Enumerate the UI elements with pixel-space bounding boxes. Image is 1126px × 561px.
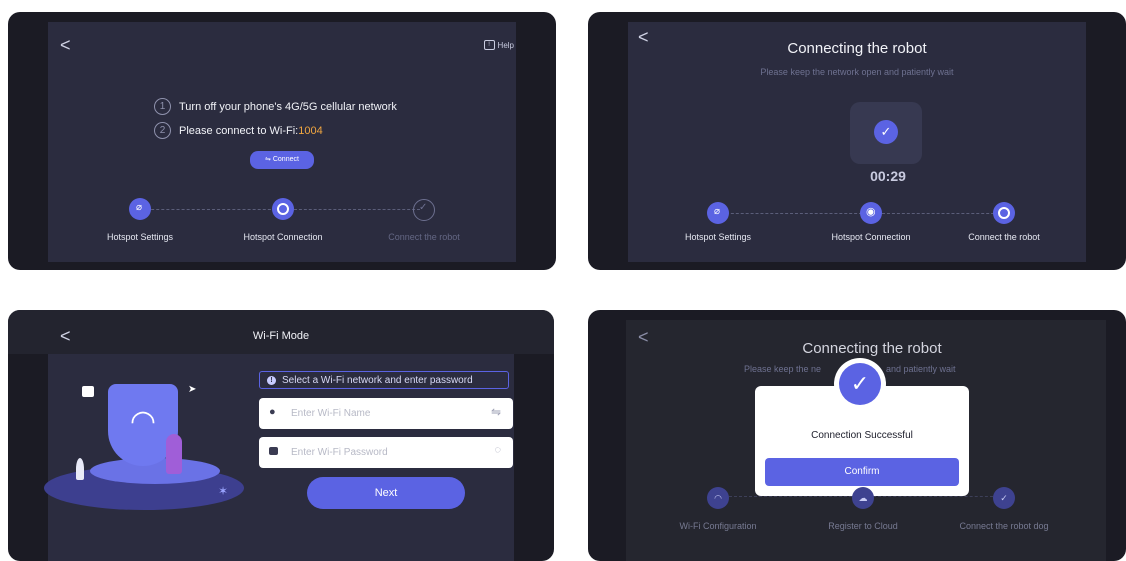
confirm-button[interactable]: Confirm — [765, 458, 959, 486]
step-label: Register to Cloud — [828, 521, 898, 531]
screen: < Connecting the robot Please keep the n… — [628, 22, 1086, 262]
wifi-step-dot: ◠ — [707, 487, 729, 509]
wifi-name-placeholder: Enter Wi-Fi Name — [291, 408, 371, 419]
wifi-illustration: ◠ ➤ ✶ — [38, 378, 268, 528]
connect-button[interactable]: ⇋ Connect — [250, 151, 314, 169]
step-done-dot: ⌀ — [129, 198, 151, 220]
dialog-message: Connection Successful — [811, 430, 913, 441]
notice-text: Select a Wi-Fi network and enter passwor… — [282, 374, 473, 386]
instruction-2: 2 Please connect to Wi-Fi:1004 — [154, 122, 323, 139]
page-title: Connecting the robot — [802, 340, 942, 357]
step-active-dot — [993, 202, 1015, 224]
panel-wifi-mode: < Wi-Fi Mode ◠ ➤ ✶ ! Select a Wi-Fi netw… — [8, 310, 554, 561]
page-subtitle: Please keep the network open and patient… — [760, 67, 954, 77]
check-icon: ✓ — [419, 202, 428, 213]
progress-connector — [141, 209, 281, 210]
panel-hotspot-setup: < ! Help 1 Turn off your phone's 4G/5G c… — [8, 12, 556, 270]
eye-hidden-icon[interactable]: ◌ — [494, 444, 501, 456]
plant-icon: ✶ — [218, 484, 229, 498]
wifi-password-input[interactable]: Enter Wi-Fi Password ◌ — [259, 437, 513, 468]
screen: < ! Help 1 Turn off your phone's 4G/5G c… — [48, 22, 516, 262]
lock-icon — [82, 386, 94, 397]
wifi-name-input[interactable]: ● Enter Wi-Fi Name ⇋ — [259, 398, 513, 429]
instruction-text: Please connect to Wi-Fi: — [179, 124, 299, 137]
step-pending-dot: ✓ — [413, 199, 435, 221]
instruction-1: 1 Turn off your phone's 4G/5G cellular n… — [154, 98, 397, 115]
page-subtitle-left: Please keep the ne — [744, 364, 822, 374]
step-label: Connect the robot — [388, 232, 460, 242]
step-done-dot: ◉ — [860, 202, 882, 224]
success-check-icon: ✓ — [874, 120, 898, 144]
wifi-icon: ◠ — [129, 405, 157, 438]
panel-connection-success: < Connecting the robot Please keep the n… — [588, 310, 1126, 561]
antenna-icon: ◉ — [866, 206, 876, 218]
help-icon: ! — [483, 40, 495, 50]
step-active-dot — [272, 198, 294, 220]
check-icon: ✓ — [839, 363, 881, 405]
page-title: Wi-Fi Mode — [252, 330, 310, 342]
cloud-step-dot: ☁ — [852, 487, 874, 509]
step-label: Hotspot Settings — [684, 232, 752, 242]
next-button[interactable]: Next — [307, 477, 465, 509]
info-icon: ! — [267, 375, 276, 385]
help-button[interactable]: ! Help — [483, 40, 514, 50]
help-label: Help — [497, 40, 514, 50]
person-figure — [166, 434, 182, 474]
progress-connector — [873, 496, 993, 497]
lock-icon — [269, 447, 278, 455]
wifi-password-placeholder: Enter Wi-Fi Password — [291, 447, 388, 458]
success-check-icon: ✓ — [834, 358, 886, 410]
step-number: 2 — [154, 122, 171, 139]
step-done-dot: ⌀ — [707, 202, 729, 224]
progress-connector — [721, 213, 867, 214]
step-label: Hotspot Connection — [831, 232, 911, 242]
link-icon: ⌀ — [714, 206, 721, 217]
back-button[interactable]: < — [60, 36, 71, 54]
countdown-timer: 00:29 — [870, 168, 906, 184]
progress-connector — [294, 209, 420, 210]
arrow-icon: ➤ — [188, 384, 197, 395]
instruction-text: Turn off your phone's 4G/5G cellular net… — [179, 100, 397, 113]
page-title: Connecting the robot — [787, 40, 927, 57]
swap-icon[interactable]: ⇋ — [491, 405, 501, 419]
user-icon: ● — [269, 406, 276, 418]
step-label: Wi-Fi Configuration — [679, 521, 757, 531]
step-number: 1 — [154, 98, 171, 115]
page-subtitle-right: and patiently wait — [886, 364, 956, 374]
link-icon: ⌀ — [136, 202, 143, 213]
robot-step-dot: ✓ — [993, 487, 1015, 509]
notice-banner: ! Select a Wi-Fi network and enter passw… — [259, 371, 509, 389]
panel-connecting: < Connecting the robot Please keep the n… — [588, 12, 1126, 270]
tree-icon — [76, 458, 84, 480]
step-label: Hotspot Settings — [106, 232, 174, 242]
step-label: Hotspot Connection — [243, 232, 323, 242]
step-label: Connect the robot dog — [959, 521, 1049, 531]
wifi-name: 1004 — [298, 124, 323, 137]
step-label: Connect the robot — [968, 232, 1040, 242]
progress-connector — [729, 496, 852, 497]
